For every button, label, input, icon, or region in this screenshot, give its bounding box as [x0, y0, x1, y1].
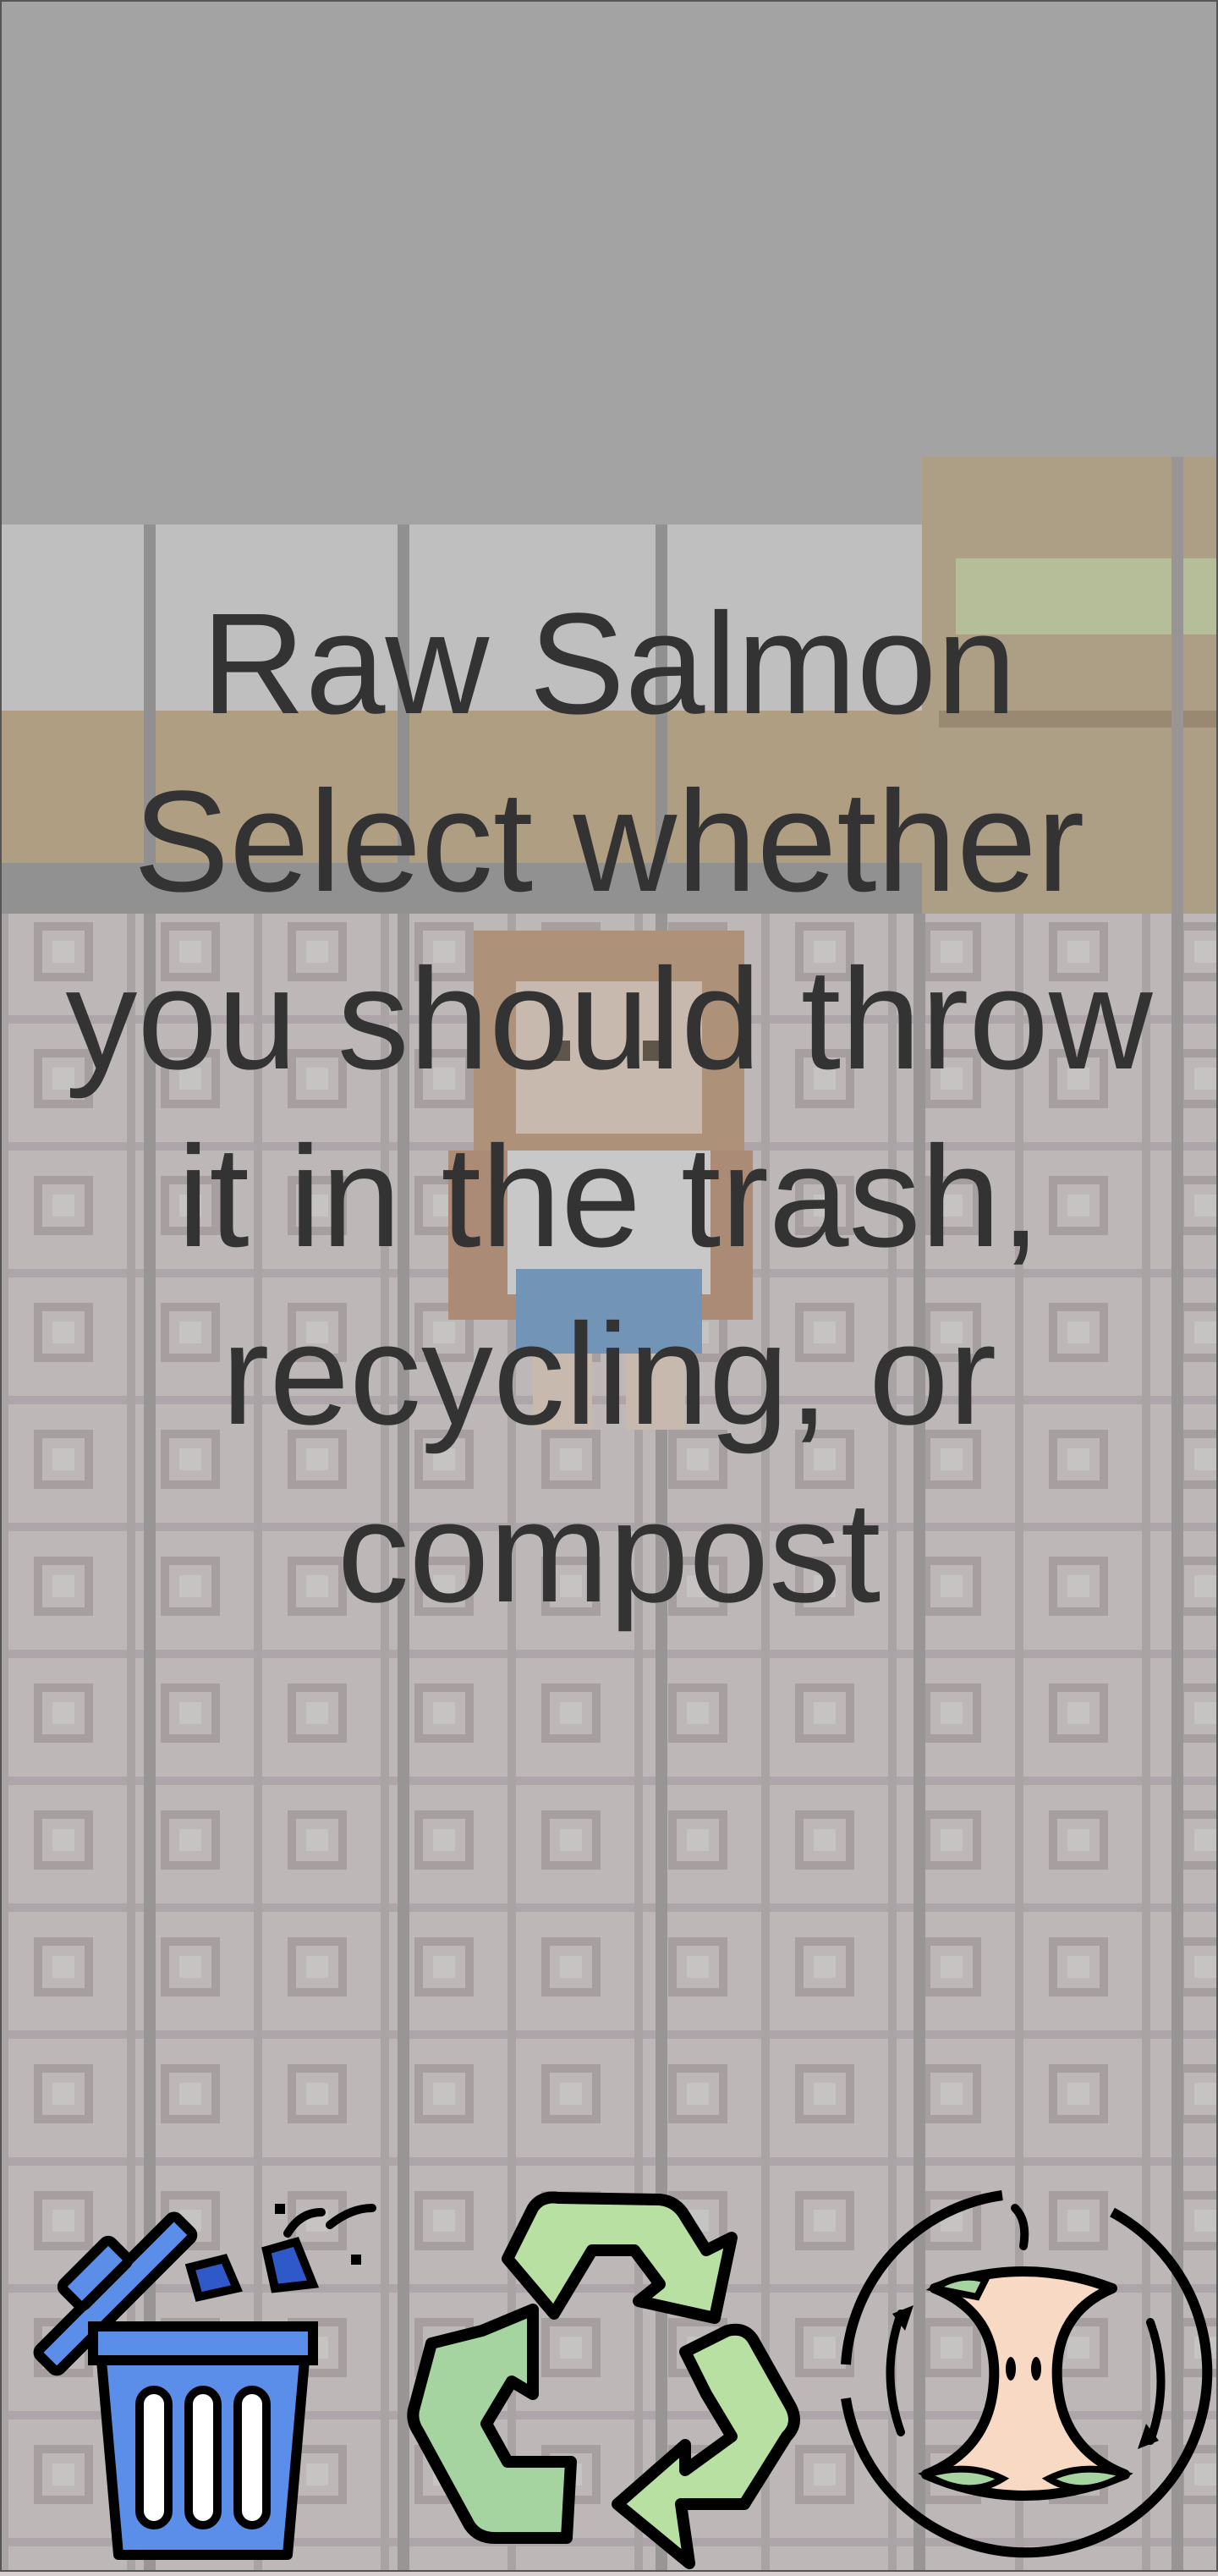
prompt-text-block: Raw Salmon Select whether you should thr… [17, 575, 1201, 1641]
trash-can-icon [33, 2204, 376, 2560]
item-name: Raw Salmon [201, 584, 1017, 744]
recycle-icon [407, 2191, 800, 2569]
prompt-line-2: you should throw [65, 939, 1153, 1100]
prompt-line-3: it in the trash, [177, 1117, 1041, 1277]
prompt-line-5: compost [337, 1472, 881, 1633]
prompt-line-1: Select whether [133, 761, 1085, 922]
prompt-line-4: recycling, or [221, 1294, 997, 1455]
compost-button[interactable] [833, 2187, 1218, 2572]
trash-button[interactable] [8, 2200, 389, 2572]
compost-apple-core-icon [841, 2190, 1213, 2558]
recycling-button[interactable] [406, 2191, 812, 2572]
